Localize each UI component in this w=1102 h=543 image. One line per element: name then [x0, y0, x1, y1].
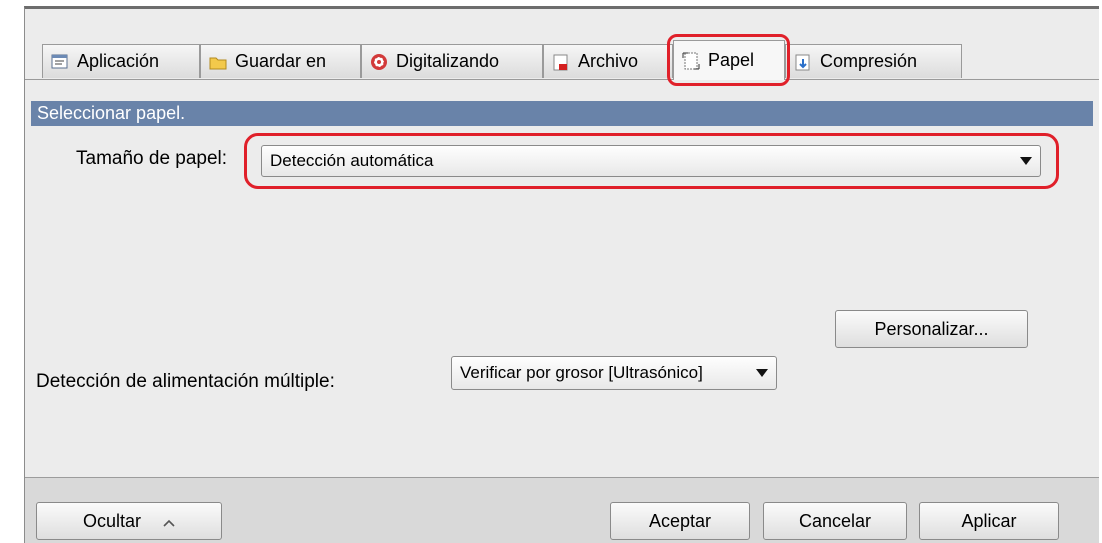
tab-panel-border — [25, 79, 1099, 80]
hide-button-label: Ocultar — [82, 510, 142, 531]
tab-label: Compresión — [820, 51, 918, 71]
tab-guardar-en[interactable]: Guardar en — [200, 44, 361, 78]
application-icon — [51, 53, 69, 71]
file-icon — [552, 53, 570, 71]
paper-icon — [682, 52, 700, 70]
tab-digitalizando[interactable]: Digitalizando — [361, 44, 543, 78]
apply-button[interactable]: Aplicar — [919, 502, 1059, 540]
paper-size-value: Detección automática — [270, 151, 434, 170]
multifeed-label: Detección de alimentación múltiple: — [36, 371, 335, 392]
tab-label: Guardar en — [235, 51, 327, 71]
multifeed-value: Verificar por grosor [Ultrasónico] — [460, 363, 703, 382]
tab-label: Papel — [708, 50, 755, 70]
tab-strip: Aplicación Guardar en Digitalizando Arch… — [42, 40, 1099, 80]
chevron-down-icon — [1020, 157, 1032, 165]
tab-compresion[interactable]: Compresión — [785, 44, 962, 78]
paper-size-label: Tamaño de papel: — [76, 148, 228, 169]
paper-settings-window: Aplicación Guardar en Digitalizando Arch… — [24, 6, 1099, 543]
paper-size-select[interactable]: Detección automática — [261, 145, 1041, 177]
hide-button[interactable]: Ocultar — [36, 502, 222, 540]
chevron-up-icon — [163, 511, 175, 532]
footer-bar: Ocultar Aceptar Cancelar Aplicar — [25, 478, 1099, 543]
section-header: Seleccionar papel. — [31, 101, 1093, 126]
tab-label: Archivo — [578, 51, 639, 71]
tab-papel[interactable]: Papel — [673, 40, 785, 80]
tab-archivo[interactable]: Archivo — [543, 44, 673, 78]
compression-icon — [794, 53, 812, 71]
tab-label: Aplicación — [77, 51, 160, 71]
tab-aplicacion[interactable]: Aplicación — [42, 44, 200, 78]
tab-label: Digitalizando — [396, 51, 500, 71]
customize-button[interactable]: Personalizar... — [835, 310, 1028, 348]
multifeed-select[interactable]: Verificar por grosor [Ultrasónico] — [451, 356, 777, 390]
scan-icon — [370, 53, 388, 71]
folder-icon — [209, 53, 227, 71]
cancel-button[interactable]: Cancelar — [763, 502, 907, 540]
ok-button[interactable]: Aceptar — [610, 502, 750, 540]
chevron-down-icon — [756, 369, 768, 377]
